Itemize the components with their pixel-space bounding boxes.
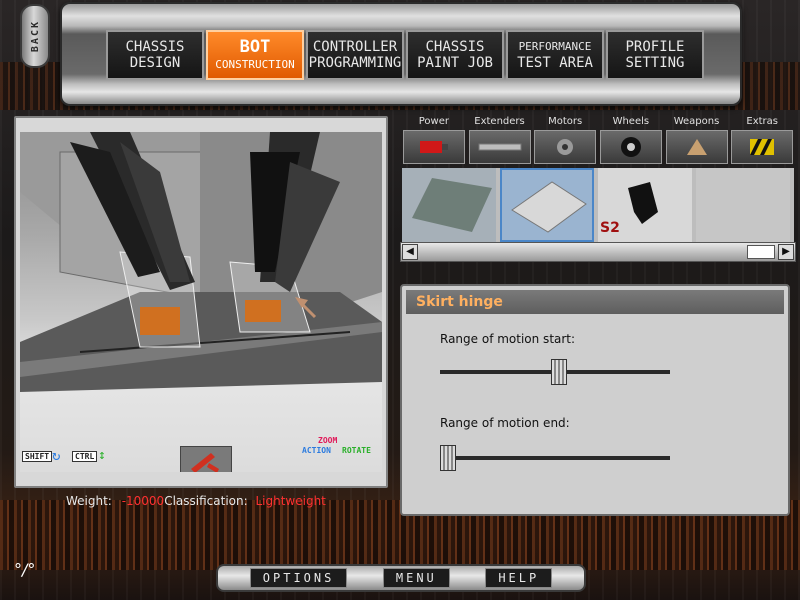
hud-zoom-label: ZOOM <box>318 436 338 445</box>
tab-label-line2: DESIGN <box>129 55 181 71</box>
shift-key-label: SHIFT <box>22 451 53 462</box>
options-button[interactable]: OPTIONS <box>249 568 348 588</box>
hazard-icon <box>731 130 794 164</box>
motion-start-slider[interactable] <box>440 359 670 385</box>
motion-start-thumb[interactable] <box>551 359 567 385</box>
robot-3d-viewport[interactable]: SHIFT ↻ CTRL ↕ ZOOM ACTION ROTATE <box>20 132 382 472</box>
scroll-thumb[interactable] <box>747 245 775 259</box>
weight-label: Weight: <box>66 494 112 508</box>
tab-profile-setting[interactable]: PROFILE SETTING <box>606 30 704 80</box>
scroll-right-arrow-icon[interactable]: ▶ <box>778 244 794 260</box>
hud-shift-key: SHIFT <box>22 451 53 462</box>
tab-chassis-paint-job[interactable]: CHASSIS PAINT JOB <box>406 30 504 80</box>
tab-chassis-design[interactable]: CHASSIS DESIGN <box>106 30 204 80</box>
motion-end-label: Range of motion end: <box>440 416 570 430</box>
part-slot-label: S2 <box>600 220 620 236</box>
part-plate[interactable] <box>402 168 496 242</box>
tab-controller-programming[interactable]: CONTROLLER PROGRAMMING <box>306 30 404 80</box>
tool-icon-button[interactable] <box>180 446 232 472</box>
part-categories: Power Extenders Motors Wheels Weapons Ex… <box>402 114 794 168</box>
tab-label-line2: PROGRAMMING <box>308 55 402 71</box>
main-nav-tabs: CHASSIS DESIGN BOT CONSTRUCTION CONTROLL… <box>106 30 704 80</box>
category-extenders[interactable]: Extenders <box>468 114 532 168</box>
category-label: Wheels <box>612 116 650 127</box>
back-label: BACK <box>29 19 41 53</box>
motion-end-thumb[interactable] <box>440 445 456 471</box>
wrench-icon <box>191 453 219 472</box>
bot-info: Weight: -10000Classification: Lightweigh… <box>66 494 326 508</box>
part-skirt-plate[interactable] <box>500 168 594 242</box>
bottom-menu-bar: OPTIONS MENU HELP <box>216 564 586 592</box>
move-vertical-icon: ↕ <box>98 448 106 463</box>
category-power[interactable]: Power <box>402 114 466 168</box>
scroll-left-arrow-icon[interactable]: ◀ <box>402 244 418 260</box>
hud-ctrl-key: CTRL <box>72 451 98 462</box>
tab-label-line1: PERFORMANCE <box>518 40 592 53</box>
part-properties-panel: Skirt hinge Range of motion start: Range… <box>400 284 790 516</box>
category-label: Extras <box>746 116 778 127</box>
motion-start-label: Range of motion start: <box>440 332 576 346</box>
category-label: Power <box>418 116 449 127</box>
tab-label-line2: PAINT JOB <box>417 55 493 71</box>
motor-icon <box>534 130 597 164</box>
classification-label: Classification: <box>164 494 248 508</box>
logo-icon: °/° <box>14 560 36 579</box>
properties-title: Skirt hinge <box>406 290 784 314</box>
tab-performance-test-area[interactable]: PERFORMANCE TEST AREA <box>506 30 604 80</box>
rotate-view-icon: ↻ <box>52 448 61 464</box>
parts-list: S2 <box>402 168 794 242</box>
hud-action-label: ACTION <box>302 446 331 455</box>
category-weapons[interactable]: Weapons <box>665 114 729 168</box>
tab-label-line1: CHASSIS <box>425 39 485 55</box>
tab-label-line1: BOT <box>239 37 271 57</box>
part-skirt-hinge[interactable]: S2 <box>598 168 692 242</box>
category-label: Extenders <box>474 116 525 127</box>
tab-label-line2: SETTING <box>625 55 685 71</box>
classification-value: Lightweight <box>255 494 326 508</box>
tab-bot-construction[interactable]: BOT CONSTRUCTION <box>206 30 304 80</box>
battery-icon <box>402 130 465 164</box>
motion-end-slider[interactable] <box>440 445 670 471</box>
menu-button[interactable]: MENU <box>382 568 450 588</box>
back-button[interactable]: BACK <box>20 4 50 68</box>
wheel-icon <box>599 130 662 164</box>
weight-value: -10000 <box>121 494 165 508</box>
tab-label-line1: CHASSIS <box>125 39 185 55</box>
parts-scrollbar[interactable]: ◀ ▶ <box>400 242 796 262</box>
robot-scene <box>20 132 382 392</box>
hud-rotate-label: ROTATE <box>342 446 371 455</box>
tab-label-line1: PROFILE <box>625 39 685 55</box>
extender-bar-icon <box>468 130 531 164</box>
category-label: Weapons <box>673 116 720 127</box>
ctrl-key-label: CTRL <box>72 451 98 462</box>
category-wheels[interactable]: Wheels <box>599 114 663 168</box>
tab-label-line2: TEST AREA <box>517 55 593 71</box>
part-empty-slot[interactable] <box>696 168 790 242</box>
viewport-frame: SHIFT ↻ CTRL ↕ ZOOM ACTION ROTATE <box>14 116 388 488</box>
help-button[interactable]: HELP <box>485 568 553 588</box>
category-extras[interactable]: Extras <box>730 114 794 168</box>
category-motors[interactable]: Motors <box>533 114 597 168</box>
tab-label-line1: CONTROLLER <box>312 39 398 55</box>
category-label: Motors <box>548 116 583 127</box>
weapon-icon <box>665 130 728 164</box>
tab-label-line2: CONSTRUCTION <box>215 58 295 71</box>
